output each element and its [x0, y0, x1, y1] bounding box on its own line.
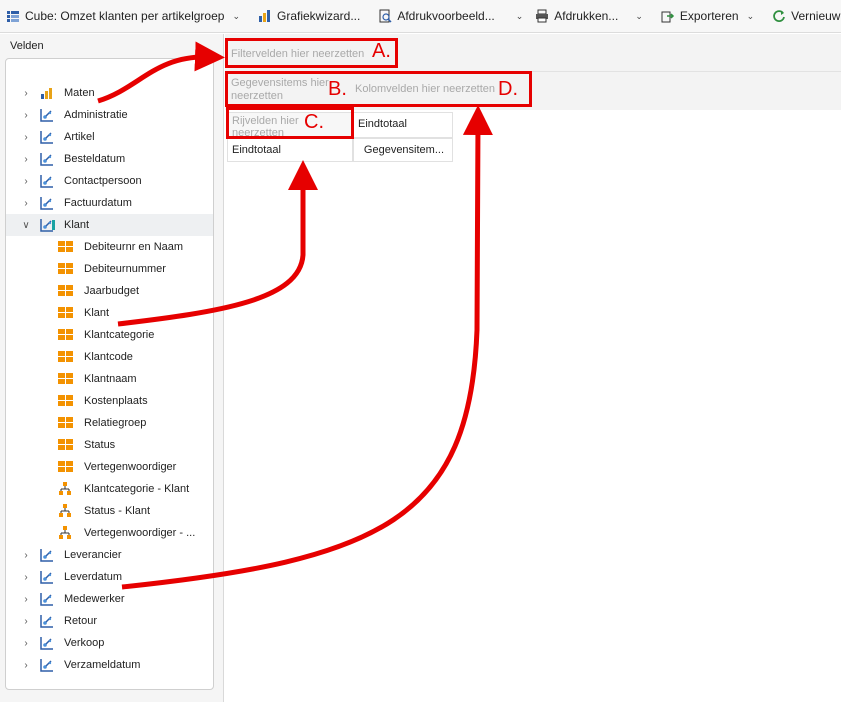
arrow-to-column-zone [121, 105, 493, 590]
arrow-to-filter-zone [97, 41, 225, 104]
arrow-to-row-zone [117, 160, 318, 327]
annotation-arrows [97, 41, 493, 590]
